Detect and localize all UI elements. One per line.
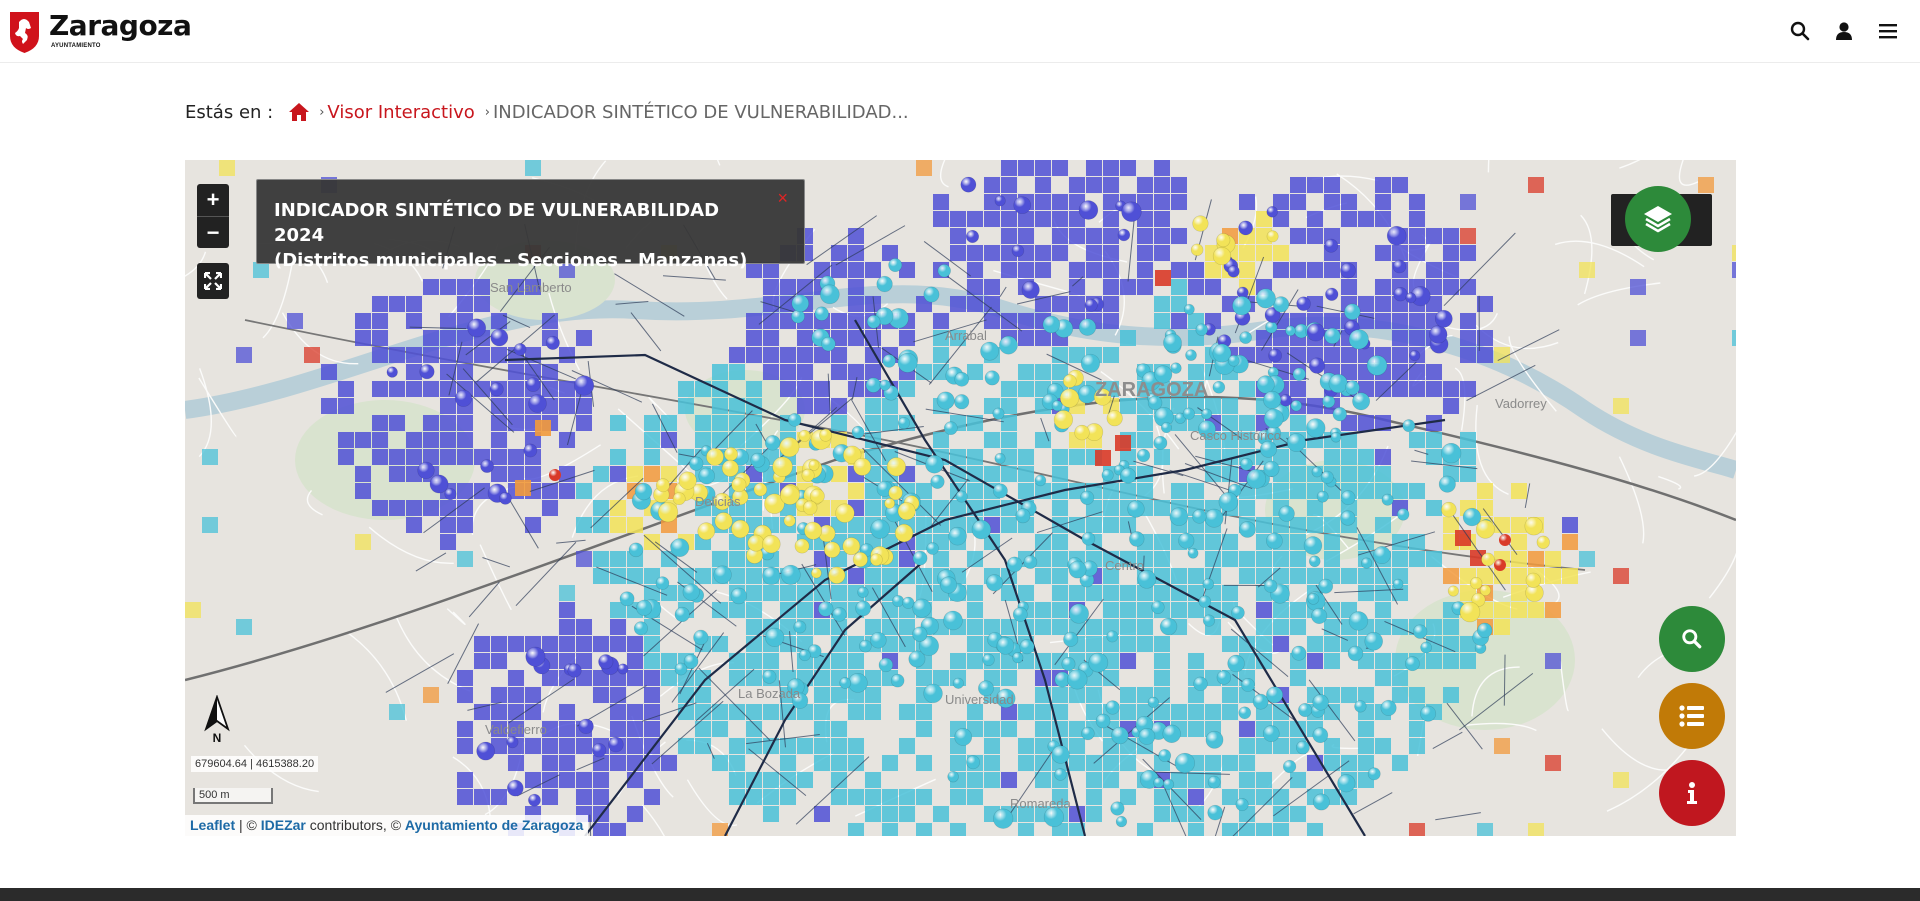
svg-text:N: N — [213, 731, 222, 743]
legend-list-button[interactable] — [1659, 683, 1725, 749]
place-label-delicias: Delicias — [695, 494, 741, 509]
breadcrumb-current: INDICADOR SINTÉTICO DE VULNERABILIDAD... — [492, 101, 909, 123]
search-icon[interactable] — [1788, 19, 1812, 43]
fullscreen-icon — [204, 272, 222, 290]
place-label-zaragoza: ZARAGOZA — [1095, 379, 1208, 401]
place-label-la-bozada: La Bozada — [738, 686, 801, 701]
page-footer — [0, 888, 1920, 901]
attribution-contributors: contributors, © — [305, 817, 405, 833]
place-label-centro: Centro — [1105, 558, 1144, 573]
zoom-in-button[interactable]: + — [197, 184, 229, 216]
logo-name: Zaragoza — [49, 9, 192, 42]
leaflet-link[interactable]: Leaflet — [190, 817, 235, 833]
coordinates-readout: 679604.64 | 4615388.20 — [191, 756, 319, 772]
breadcrumb: Estás en : › Visor Interactivo › INDICAD… — [185, 100, 909, 124]
scale-bar: 500 m — [193, 788, 273, 804]
breadcrumb-separator: › — [484, 104, 490, 120]
place-label-universidad: Universidad — [945, 692, 1014, 707]
layers-button[interactable] — [1625, 186, 1691, 252]
breadcrumb-visor-link[interactable]: Visor Interactivo — [327, 102, 474, 123]
map-title-line1: INDICADOR SINTÉTICO DE VULNERABILIDAD 20… — [274, 200, 720, 246]
fullscreen-button[interactable] — [197, 263, 229, 299]
place-label-san-lamberto: San Lamberto — [490, 280, 572, 295]
attribution-sep: | © — [235, 817, 261, 833]
site-header: Zaragoza AYUNTAMIENTO — [0, 0, 1920, 63]
home-icon[interactable] — [287, 100, 311, 124]
breadcrumb-separator: › — [319, 104, 325, 120]
search-icon — [1682, 629, 1702, 649]
logo-subtitle: AYUNTAMIENTO — [51, 43, 101, 49]
place-label-vadorrey: Vadorrey — [1495, 396, 1547, 411]
layers-control — [1611, 186, 1712, 252]
breadcrumb-prefix: Estás en : — [185, 101, 274, 123]
ayuntamiento-link[interactable]: Ayuntamiento de Zaragoza — [405, 817, 583, 833]
zaragoza-logo[interactable]: Zaragoza AYUNTAMIENTO — [8, 9, 192, 54]
map-title-panel: INDICADOR SINTÉTICO DE VULNERABILIDAD 20… — [256, 179, 805, 271]
menu-icon[interactable] — [1876, 19, 1900, 43]
info-button[interactable] — [1659, 760, 1725, 826]
zoom-control: + − — [197, 184, 229, 248]
layers-icon — [1644, 206, 1672, 233]
place-label-valdefierro: Valdefierro — [485, 722, 547, 737]
map-title-line2: (Distritos municipales - Secciones - Man… — [274, 250, 748, 271]
place-label-casco-historico: Casco Histórico — [1190, 428, 1281, 443]
user-icon[interactable] — [1832, 19, 1856, 43]
north-arrow-icon: N — [204, 695, 230, 743]
place-label-arrabal: Arrabal — [945, 328, 987, 343]
list-icon — [1679, 705, 1704, 727]
map-attribution: Leaflet | © IDEZar contributors, © Ayunt… — [185, 815, 589, 836]
interactive-map[interactable]: San Lamberto ZARAGOZA Vadorrey Arrabal D… — [185, 160, 1736, 836]
place-label-romareda: Romareda — [1010, 796, 1071, 811]
map-search-button[interactable] — [1659, 606, 1725, 672]
close-icon[interactable]: × — [777, 188, 788, 209]
idezar-link[interactable]: IDEZar — [261, 817, 306, 833]
info-icon — [1687, 782, 1697, 804]
zoom-out-button[interactable]: − — [197, 216, 229, 248]
coat-of-arms-icon — [10, 12, 39, 53]
